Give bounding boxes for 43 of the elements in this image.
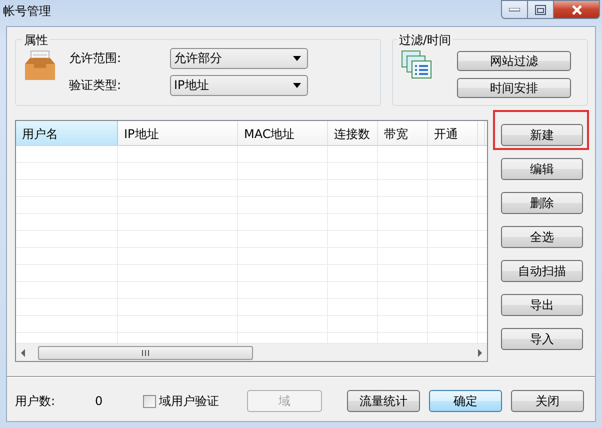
scroll-right-icon[interactable] xyxy=(478,348,482,356)
group-title: 属性 xyxy=(22,32,50,49)
dropdown[interactable]: IP地址 xyxy=(170,75,308,96)
field-label: 验证类型: xyxy=(69,77,122,94)
maximize-button[interactable] xyxy=(528,0,554,19)
action-button[interactable]: 删除 xyxy=(501,192,583,214)
dropdown-arrow-icon xyxy=(293,83,301,88)
column-header[interactable]: IP地址 xyxy=(118,121,238,145)
action-button[interactable]: 自动扫描 xyxy=(501,260,583,282)
user-count: 0 xyxy=(95,394,104,408)
field-label: 允许范围: xyxy=(69,50,122,67)
horizontal-scrollbar[interactable] xyxy=(16,343,487,361)
action-button[interactable]: 新建 xyxy=(501,124,583,146)
user-count-label: 用户数: xyxy=(15,392,56,410)
group-title: 过滤/时间 xyxy=(397,32,454,49)
action-button[interactable]: 导出 xyxy=(501,294,583,316)
close-button[interactable] xyxy=(554,0,600,19)
inbox-tray-icon xyxy=(23,48,57,82)
checkbox[interactable] xyxy=(143,394,156,408)
window-title: 帐号管理 xyxy=(3,3,51,20)
column-header[interactable]: 用户名 xyxy=(16,121,118,145)
footer-button[interactable]: 流量统计 xyxy=(347,390,420,412)
scrollbar-thumb[interactable] xyxy=(38,346,253,360)
dropdown[interactable]: 允许部分 xyxy=(170,48,308,69)
checkbox-label: 域用户验证 xyxy=(159,392,220,410)
action-button[interactable]: 导入 xyxy=(501,328,583,350)
minimize-icon xyxy=(509,8,520,12)
filter-button[interactable]: 网站过滤 xyxy=(457,51,571,71)
scroll-left-icon[interactable] xyxy=(21,348,25,356)
filter-button[interactable]: 时间安排 xyxy=(457,78,571,98)
maximize-icon xyxy=(535,4,546,14)
column-header[interactable]: MAC地址 xyxy=(238,121,328,145)
action-button[interactable]: 编辑 xyxy=(501,158,583,180)
close-icon xyxy=(570,4,582,14)
stacked-windows-icon xyxy=(401,50,433,80)
minimize-button[interactable] xyxy=(501,0,528,19)
column-header[interactable]: 开通 xyxy=(428,121,478,145)
dropdown-arrow-icon xyxy=(293,56,301,61)
column-header[interactable]: 连接数 xyxy=(328,121,378,145)
footer-button[interactable]: 确定 xyxy=(429,390,502,412)
column-header[interactable]: 带宽 xyxy=(378,121,428,145)
footer-button[interactable]: 关闭 xyxy=(511,390,584,412)
action-button[interactable]: 全选 xyxy=(501,226,583,248)
